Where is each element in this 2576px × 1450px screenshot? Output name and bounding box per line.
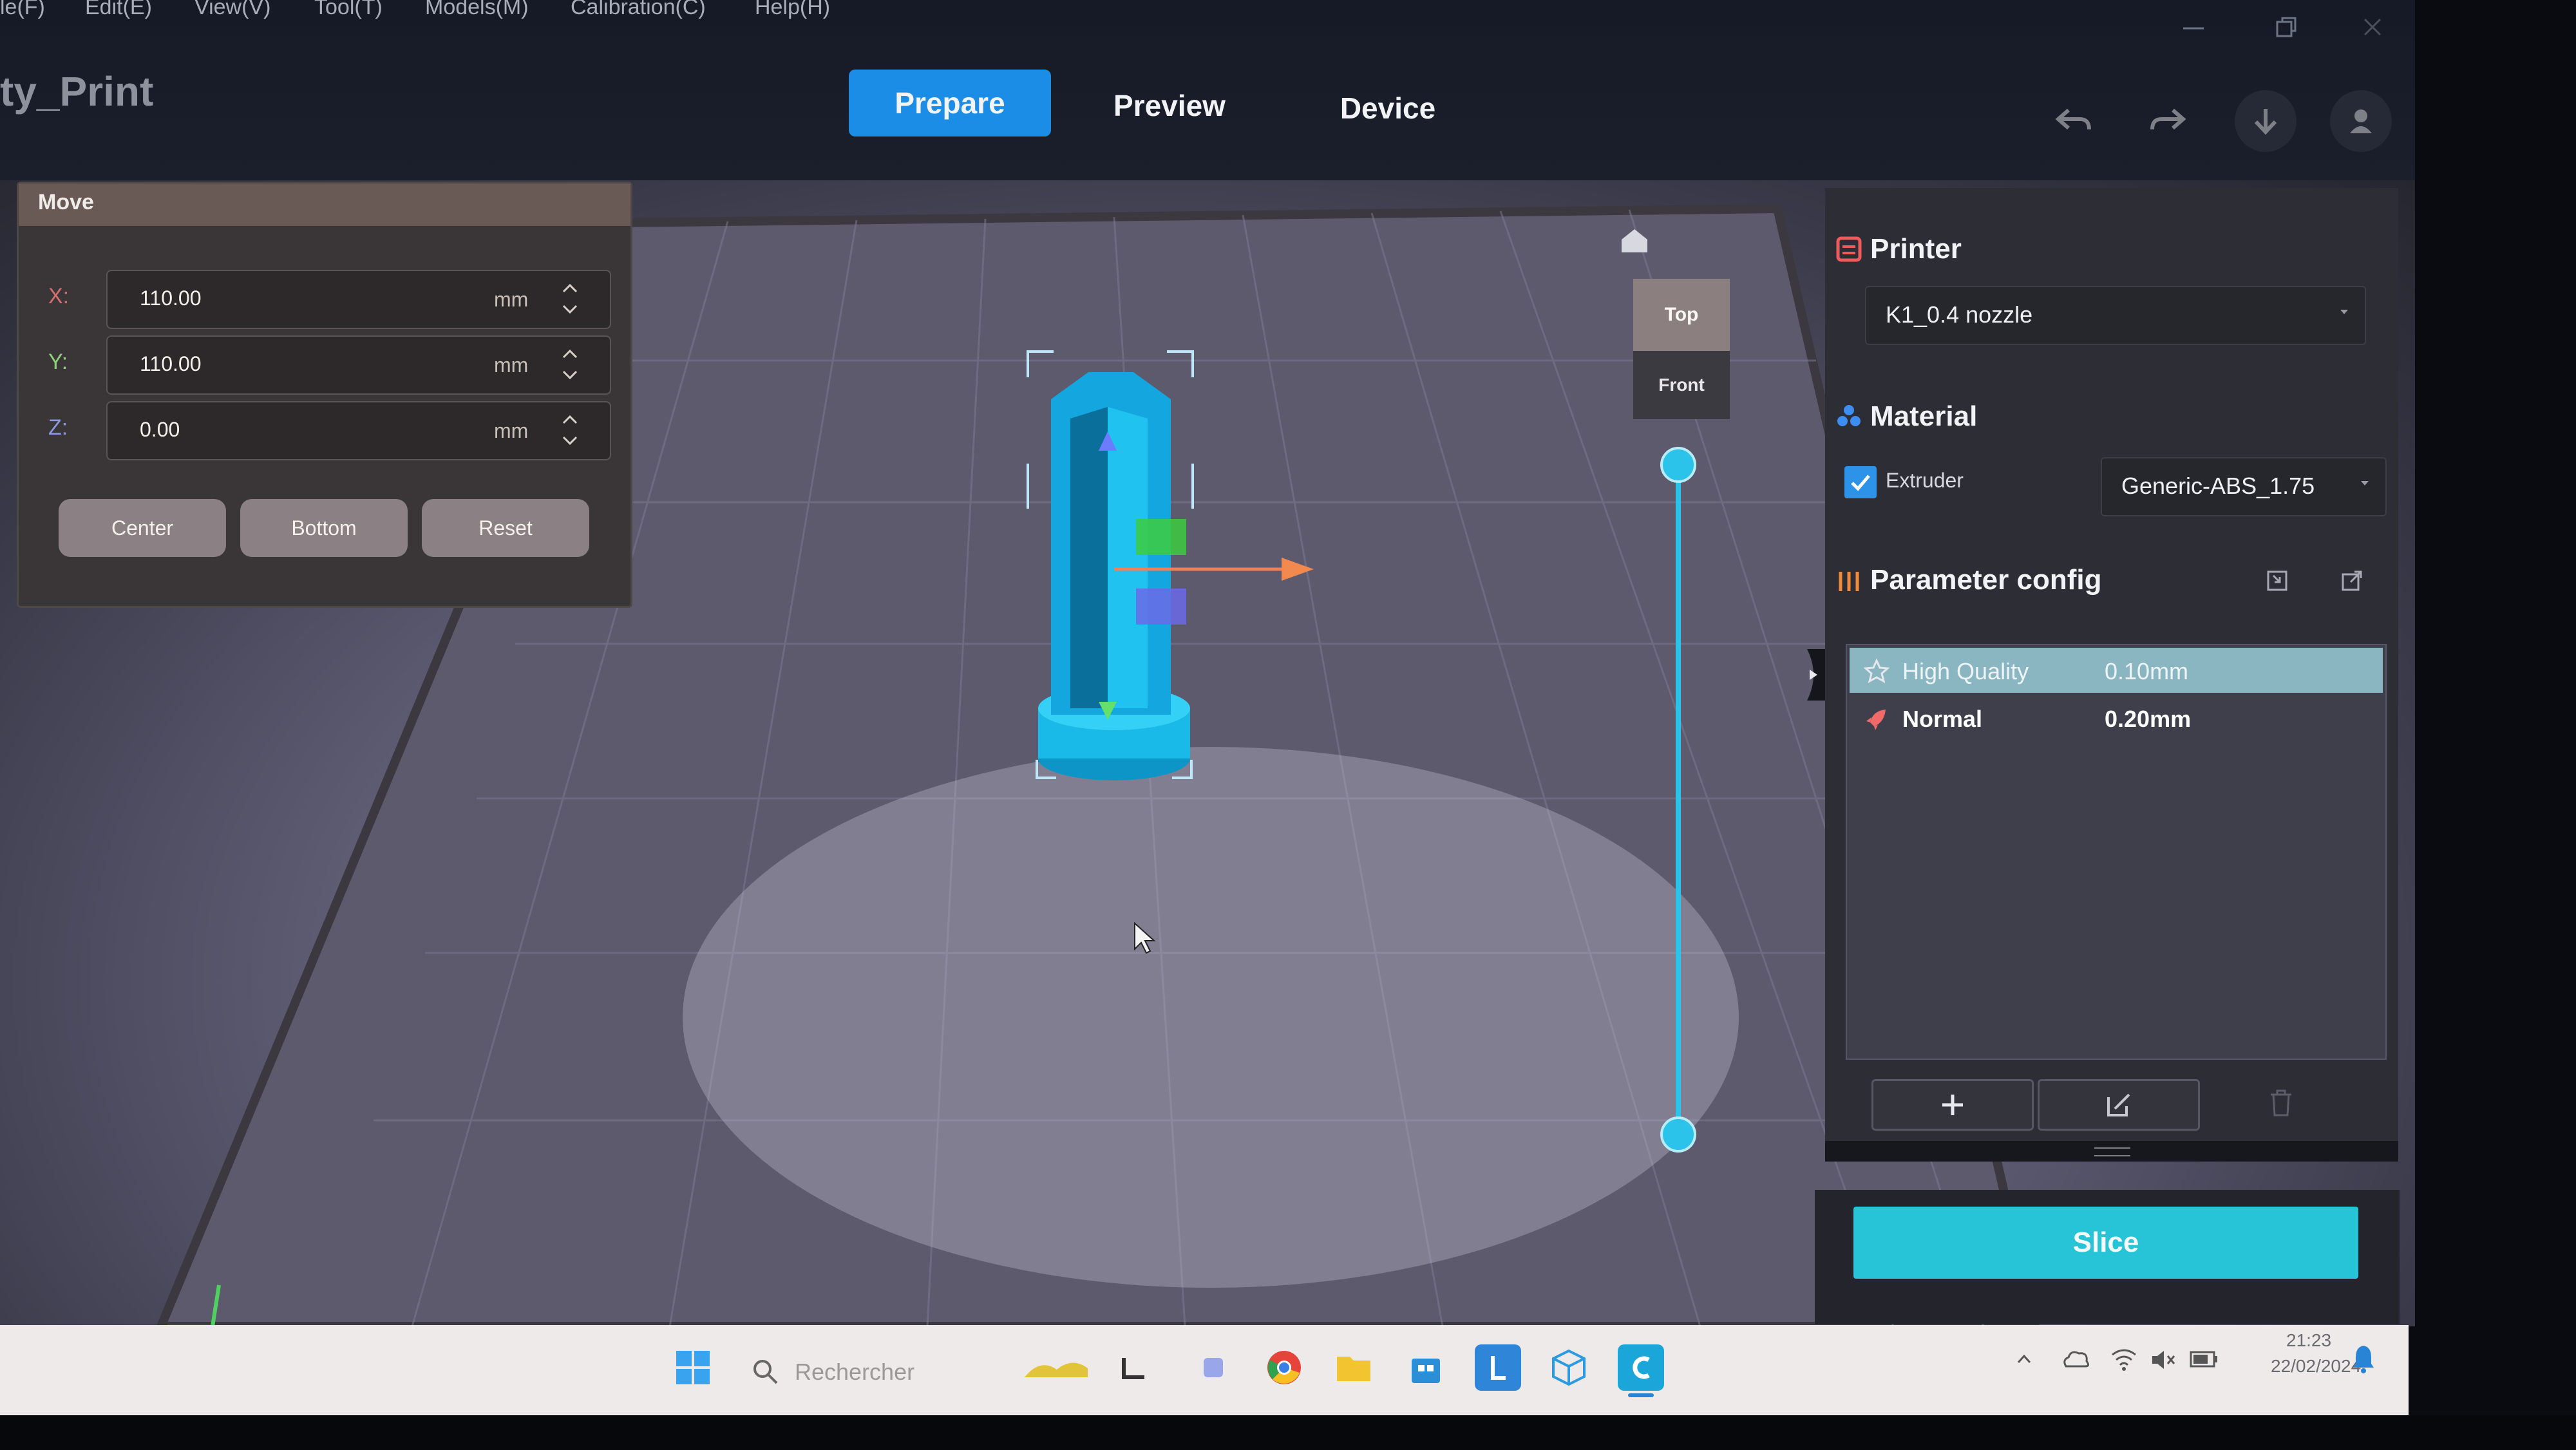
x-axis-label: X: bbox=[48, 284, 70, 308]
menu-models[interactable]: Models(M) bbox=[425, 0, 529, 20]
search-icon bbox=[753, 1360, 778, 1384]
printer-selected: K1_0.4 nozzle bbox=[1886, 301, 2033, 328]
lightburn-icon[interactable] bbox=[1475, 1344, 1521, 1391]
material-section-title: Material bbox=[1870, 400, 1978, 432]
chrome-icon[interactable] bbox=[1261, 1344, 1307, 1391]
profile-list: High Quality 0.10mm Normal 0.20mm bbox=[1846, 644, 2387, 1060]
z-value: 0.00 bbox=[140, 418, 180, 441]
profile-layer-height: 0.10mm bbox=[2105, 658, 2189, 684]
material-selected: Generic-ABS_1.75 bbox=[2121, 473, 2315, 499]
minimize-icon[interactable] bbox=[2174, 8, 2213, 46]
view-cube-top[interactable]: Top bbox=[1633, 279, 1730, 351]
chevron-down-icon bbox=[2361, 481, 2369, 485]
cloud-icon[interactable] bbox=[2060, 1346, 2092, 1371]
undo-icon[interactable] bbox=[2043, 90, 2105, 152]
chevron-up-icon[interactable] bbox=[2014, 1350, 2034, 1369]
profile-row-high-quality[interactable]: High Quality 0.10mm bbox=[1850, 648, 2383, 693]
clock-time[interactable]: 21:23 bbox=[2286, 1330, 2331, 1351]
profile-name: Normal bbox=[1902, 706, 1983, 732]
parameter-config-title: Parameter config bbox=[1870, 564, 2102, 596]
extruder-checkbox[interactable] bbox=[1844, 466, 1877, 498]
menu-view[interactable]: View(V) bbox=[194, 0, 270, 20]
y-value: 110.00 bbox=[140, 352, 202, 375]
taskbar-search-input[interactable]: Rechercher bbox=[795, 1359, 914, 1386]
creality-print-icon[interactable] bbox=[1618, 1344, 1664, 1391]
chevron-down-icon bbox=[2340, 310, 2348, 314]
printer-icon bbox=[1836, 236, 1862, 262]
x-unit: mm bbox=[494, 288, 529, 311]
checkmark-icon bbox=[1851, 475, 1870, 491]
delete-icon[interactable] bbox=[2267, 1087, 2295, 1119]
z-unit: mm bbox=[494, 419, 529, 442]
y-axis-label: Y: bbox=[48, 350, 68, 374]
reset-button[interactable]: Reset bbox=[422, 499, 589, 557]
menu-file[interactable]: le(F) bbox=[0, 0, 45, 20]
weather-widget-icon[interactable] bbox=[1018, 1344, 1095, 1391]
rocket-icon bbox=[1866, 710, 1886, 730]
move-panel-header bbox=[19, 184, 630, 226]
file-explorer-icon[interactable] bbox=[1331, 1344, 1377, 1391]
y-stepper-icon[interactable] bbox=[558, 342, 582, 387]
tab-preview[interactable]: Preview bbox=[1082, 72, 1257, 139]
menu-edit[interactable]: Edit(E) bbox=[85, 0, 152, 20]
add-profile-button[interactable] bbox=[1871, 1079, 2034, 1131]
material-icon bbox=[1837, 405, 1861, 426]
move-panel-title: Move bbox=[38, 190, 94, 214]
edit-profile-button[interactable] bbox=[2038, 1079, 2200, 1131]
export-icon[interactable] bbox=[2339, 568, 2365, 594]
z-coordinate-input[interactable]: 0.00 mm bbox=[106, 401, 611, 460]
view-cube-front[interactable]: Front bbox=[1633, 351, 1730, 419]
settings-panel: Printer K1_0.4 nozzle Material Extruder … bbox=[1825, 188, 2398, 1162]
material-select[interactable]: Generic-ABS_1.75 bbox=[2101, 457, 2387, 516]
center-button[interactable]: Center bbox=[59, 499, 226, 557]
battery-icon[interactable] bbox=[2190, 1350, 2219, 1370]
printer-select[interactable]: K1_0.4 nozzle bbox=[1865, 286, 2366, 345]
x-coordinate-input[interactable]: 110.00 mm bbox=[106, 270, 611, 329]
redo-icon[interactable] bbox=[2137, 90, 2199, 152]
windows-start-icon[interactable] bbox=[670, 1344, 716, 1391]
notification-bell-icon[interactable] bbox=[2351, 1343, 2376, 1374]
y-coordinate-input[interactable]: 110.00 mm bbox=[106, 335, 611, 395]
move-panel: Move X: 110.00 mm Y: 110.00 mm Z: 0.00 m… bbox=[17, 182, 632, 608]
user-avatar-icon[interactable] bbox=[2330, 90, 2392, 152]
menu-tool[interactable]: Tool(T) bbox=[314, 0, 383, 20]
parameter-config-icon bbox=[1839, 572, 1859, 591]
import-icon[interactable] bbox=[2264, 568, 2290, 594]
z-axis-label: Z: bbox=[48, 415, 68, 440]
x-stepper-icon[interactable] bbox=[558, 276, 582, 321]
tab-prepare[interactable]: Prepare bbox=[849, 70, 1051, 137]
monitor-bezel bbox=[0, 1415, 2576, 1450]
x-value: 110.00 bbox=[140, 287, 202, 310]
profile-layer-height: 0.20mm bbox=[2105, 706, 2192, 732]
wifi-icon[interactable] bbox=[2110, 1346, 2138, 1371]
teams-icon[interactable] bbox=[1190, 1344, 1236, 1391]
close-icon[interactable] bbox=[2353, 8, 2392, 46]
download-icon[interactable] bbox=[2235, 90, 2297, 152]
task-view-icon[interactable] bbox=[1110, 1344, 1157, 1391]
active-app-indicator bbox=[1628, 1393, 1654, 1397]
project-title: ty_Print bbox=[0, 68, 154, 115]
extruder-label: Extruder bbox=[1886, 469, 1964, 492]
z-stepper-icon[interactable] bbox=[558, 408, 582, 453]
menu-calibration[interactable]: Calibration(C) bbox=[571, 0, 706, 20]
profile-name: High Quality bbox=[1902, 658, 2029, 684]
plus-icon bbox=[1942, 1095, 1963, 1115]
y-unit: mm bbox=[494, 353, 529, 377]
panel-resize-handle[interactable] bbox=[1825, 1141, 2398, 1162]
bottom-button[interactable]: Bottom bbox=[240, 499, 408, 557]
profile-row-normal[interactable]: Normal 0.20mm bbox=[1850, 695, 2383, 740]
clock-date[interactable]: 22/02/2024 bbox=[2271, 1356, 2361, 1377]
store-icon[interactable] bbox=[1403, 1344, 1449, 1391]
star-icon bbox=[1864, 658, 1889, 683]
speaker-muted-icon[interactable] bbox=[2150, 1347, 2178, 1373]
tab-device[interactable]: Device bbox=[1294, 75, 1481, 142]
printer-section-title: Printer bbox=[1870, 233, 1962, 265]
menu-bar: le(F) Edit(E) View(V) Tool(T) Models(M) … bbox=[0, 0, 2415, 26]
slice-button[interactable]: Slice bbox=[1853, 1207, 2358, 1279]
restore-icon[interactable] bbox=[2267, 8, 2306, 46]
menu-help[interactable]: Help(H) bbox=[755, 0, 830, 20]
edit-icon bbox=[2107, 1093, 2130, 1116]
3d-cube-icon[interactable] bbox=[1546, 1344, 1592, 1391]
